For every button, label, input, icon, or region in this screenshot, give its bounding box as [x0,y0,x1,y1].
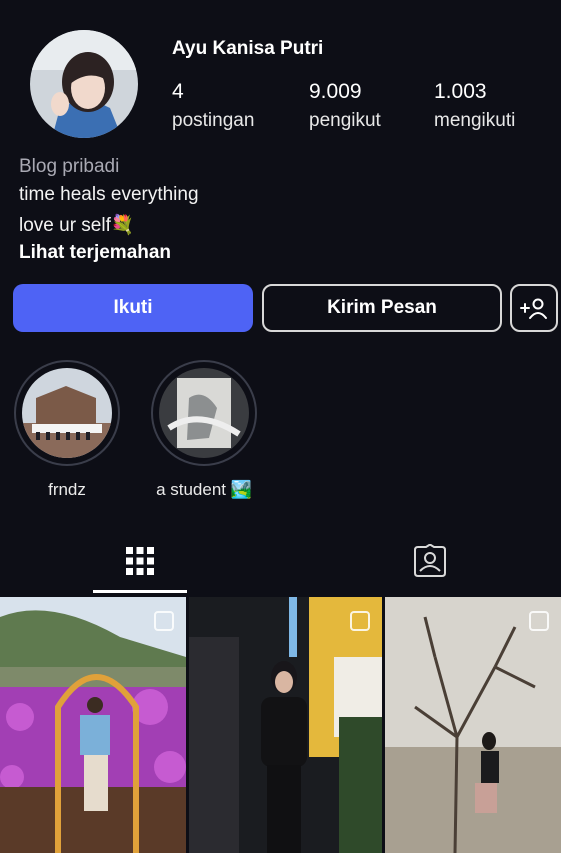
highlight-label[interactable]: frndz [14,480,120,500]
bio-line: time heals everything [19,184,199,205]
following-count[interactable]: 1.003 [434,80,487,104]
add-person-icon [520,298,547,319]
post-photo [385,597,561,853]
translate-link[interactable]: Lihat terjemahan [19,242,171,264]
highlight-label[interactable]: a student 🏞️ [136,480,272,500]
select-checkbox[interactable] [529,611,549,631]
followers-count[interactable]: 9.009 [309,80,362,104]
post-thumbnail[interactable] [385,597,561,853]
post-photo [0,597,186,853]
select-checkbox[interactable] [154,611,174,631]
profile-category: Blog pribadi [19,156,120,177]
profile-name: Ayu Kanisa Putri [172,38,324,59]
highlight-a-student[interactable] [151,360,257,466]
highlight-frndz[interactable] [14,360,120,466]
highlight-cover [159,368,249,458]
profile-avatar[interactable] [30,30,138,138]
avatar-photo [30,30,138,138]
followers-label[interactable]: pengikut [309,110,381,132]
select-checkbox[interactable] [350,611,370,631]
highlight-ring [14,360,120,466]
send-message-button[interactable]: Kirim Pesan [262,284,502,332]
tagged-person-icon [414,544,446,577]
posts-label[interactable]: postingan [172,110,254,132]
active-tab-indicator [93,590,187,593]
highlight-ring [151,360,257,466]
tab-tagged[interactable] [383,530,477,592]
grid-icon [126,547,154,575]
bio-line: love ur self💐 [19,215,135,236]
follow-button[interactable]: Ikuti [13,284,253,332]
following-label[interactable]: mengikuti [434,110,515,132]
tab-posts-grid[interactable] [93,530,187,592]
posts-count[interactable]: 4 [172,80,184,104]
post-thumbnail[interactable] [0,597,186,853]
suggest-accounts-button[interactable] [510,284,558,332]
post-thumbnail[interactable] [189,597,382,853]
post-photo [189,597,382,853]
highlight-cover [22,368,112,458]
